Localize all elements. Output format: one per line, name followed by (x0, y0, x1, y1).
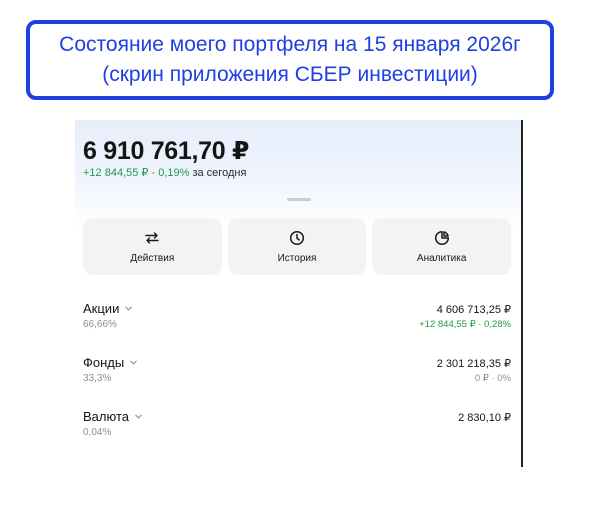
pie-chart-icon (434, 230, 449, 245)
app-screenshot: 6 910 761,70 ₽ +12 844,55 ₽ · 0,19% за с… (75, 120, 523, 467)
clock-icon (289, 230, 305, 245)
screenshot-edge-line (521, 120, 523, 467)
holding-title: Фонды (83, 355, 138, 370)
chevron-down-icon (125, 306, 133, 311)
holding-title: Валюта (83, 409, 143, 424)
caption-line-2: (скрин приложения СБЕР инвестиции) (102, 63, 478, 86)
holding-share: 66,66% (83, 319, 117, 330)
holding-share: 0,04% (83, 427, 112, 438)
holding-share: 33,3% (83, 373, 112, 384)
drag-handle[interactable] (287, 198, 311, 201)
holding-row-funds[interactable]: Фонды 33,3% 2 301 218,35 ₽ 0 ₽ · 0% (83, 355, 511, 395)
holding-title: Акции (83, 301, 133, 316)
history-button[interactable]: История (227, 218, 367, 275)
holding-amount: 4 606 713,25 ₽ (436, 304, 511, 316)
holding-row-currency[interactable]: Валюта 0,04% 2 830,10 ₽ (83, 409, 511, 449)
holding-amount: 2 301 218,35 ₽ (436, 358, 511, 370)
holding-name: Акции (83, 301, 120, 316)
swap-arrows-icon (145, 231, 160, 244)
chevron-down-icon (135, 414, 142, 419)
analytics-label: Аналитика (416, 252, 467, 264)
caption-line-1: Состояние моего портфеля на 15 января 20… (59, 33, 521, 56)
holding-name: Фонды (83, 355, 125, 370)
holding-amount: 2 830,10 ₽ (458, 412, 511, 424)
history-label: История (277, 252, 317, 264)
holding-row-stocks[interactable]: Акции 66,66% 4 606 713,25 ₽ +12 844,55 ₽… (83, 301, 511, 341)
change-separator: · (148, 167, 159, 179)
actions-button[interactable]: Действия (83, 218, 222, 275)
change-amount: +12 844,55 ₽ (83, 167, 149, 179)
change-period: за сегодня (192, 167, 247, 179)
portfolio-total: 6 910 761,70 ₽ (83, 137, 250, 165)
change-percent: 0,19% (158, 167, 190, 179)
chevron-down-icon (130, 360, 138, 365)
holding-change: +12 844,55 ₽ · 0,28% (419, 319, 511, 330)
action-buttons: Действия История Аналитика (83, 218, 512, 275)
caption-box: Состояние моего портфеля на 15 января 20… (26, 20, 554, 100)
holding-change: 0 ₽ · 0% (474, 373, 511, 384)
actions-label: Действия (130, 252, 175, 264)
holding-name: Валюта (83, 409, 129, 424)
portfolio-change: +12 844,55 ₽ · 0,19% за сегодня (83, 166, 246, 179)
analytics-button[interactable]: Аналитика (372, 218, 512, 275)
